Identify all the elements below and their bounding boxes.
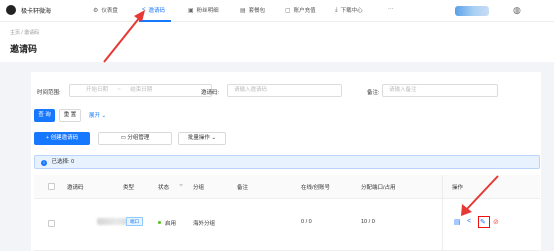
arrow-head-nav-icon bbox=[134, 10, 145, 22]
annotation-arrows bbox=[103, 10, 499, 216]
arrow-to-nav bbox=[103, 16, 141, 63]
arrow-to-edit bbox=[465, 175, 499, 211]
